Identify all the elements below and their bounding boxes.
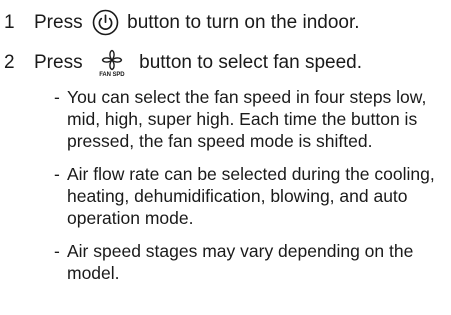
step-text: Press button to turn on the indoor.: [34, 3, 360, 43]
note-item: - Air flow rate can be selected during t…: [54, 163, 444, 229]
note-item: - Air speed stages may vary depending on…: [54, 240, 444, 284]
fan-speed-caption: FAN SPD: [99, 72, 125, 78]
instruction-document: 1 Press button to turn on the indoor. 2 …: [0, 0, 451, 315]
step-text-before: Press: [34, 52, 83, 73]
fan-icon: [101, 49, 123, 71]
note-text: Air speed stages may vary depending on t…: [67, 241, 414, 283]
power-icon: [92, 9, 119, 35]
fan-speed-button-graphic: FAN SPD: [94, 46, 130, 80]
note-dash: -: [54, 241, 60, 261]
step-1: 1 Press button to turn on the indoor.: [0, 3, 451, 43]
step-number: 1: [4, 12, 15, 33]
note-dash: -: [54, 87, 60, 107]
note-text: Air flow rate can be selected during the…: [67, 164, 435, 228]
notes-list: - You can select the fan speed in four s…: [54, 86, 444, 295]
step-2: 2 Press FAN SPD button to select fan spe…: [0, 43, 451, 83]
note-text: You can select the fan speed in four ste…: [67, 87, 427, 151]
note-item: - You can select the fan speed in four s…: [54, 86, 444, 152]
step-text: Press FAN SPD button to select fan speed…: [34, 43, 362, 83]
step-text-before: Press: [34, 12, 83, 33]
step-number: 2: [4, 52, 15, 73]
note-dash: -: [54, 164, 60, 184]
step-text-after: button to select fan speed.: [139, 52, 363, 73]
step-text-after: button to turn on the indoor.: [127, 12, 360, 33]
